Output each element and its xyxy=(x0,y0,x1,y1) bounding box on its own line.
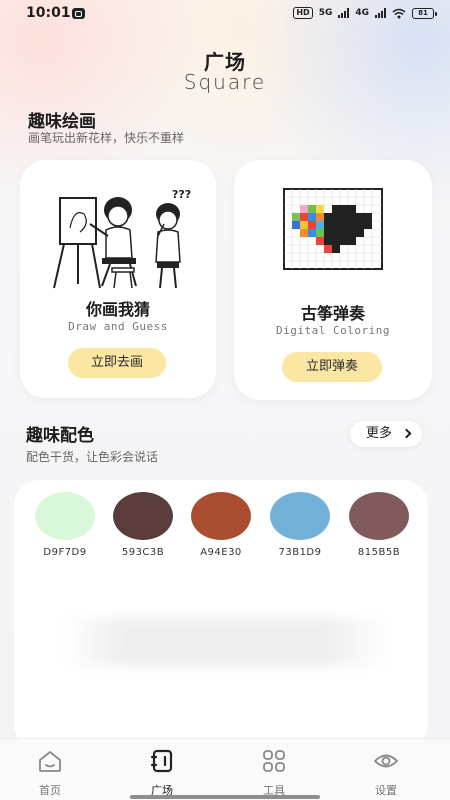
network-5g-label: 5G xyxy=(318,8,333,18)
color-swatch xyxy=(35,492,95,540)
drawing-kids-illustration-icon: ??? xyxy=(53,188,191,289)
color-swatch xyxy=(191,492,251,540)
nav-label-home: 首页 xyxy=(39,784,61,797)
bottom-navigation: 首页 广场 工具 设置 xyxy=(0,738,450,800)
swatch-code: 593C3B xyxy=(121,547,165,558)
loading-placeholder xyxy=(60,618,390,666)
guzheng-title: 古筝弹奏 xyxy=(300,304,365,323)
signal-4g-icon xyxy=(375,8,386,18)
swatch-code: D9F7D9 xyxy=(43,547,87,558)
drawing-section-description: 画笔玩出新花样，快乐不重样 xyxy=(28,131,185,145)
swatch-code: 73B1D9 xyxy=(278,547,322,558)
color-section-title: 趣味配色 xyxy=(26,426,94,446)
notification-app-icon xyxy=(72,8,85,19)
color-section-description: 配色干货，让色彩会说话 xyxy=(26,450,159,464)
nav-item-tools[interactable]: 工具 xyxy=(244,749,304,798)
signal-5g-icon xyxy=(338,8,350,18)
network-4g-label: 4G xyxy=(355,8,369,18)
nav-label-settings: 设置 xyxy=(375,784,397,797)
color-swatch xyxy=(113,492,173,540)
hd-badge: HD xyxy=(293,7,313,19)
pixel-heart-grid-icon xyxy=(283,188,383,270)
status-time: 10:01 xyxy=(26,5,71,21)
draw-and-guess-title: 你画我猜 xyxy=(85,300,150,319)
palette-card: D9F7D9 593C3B A94E30 73B1D9 815B5B xyxy=(14,480,428,750)
battery-icon: 81 xyxy=(412,7,437,19)
start-drawing-button[interactable]: 立即去画 xyxy=(68,348,166,378)
more-colors-button[interactable]: 更多 xyxy=(350,421,422,447)
question-marks: ??? xyxy=(172,188,191,201)
chevron-right-icon xyxy=(401,428,412,439)
square-icon xyxy=(150,749,173,773)
color-swatch xyxy=(349,492,409,540)
nav-item-settings[interactable]: 设置 xyxy=(356,749,416,798)
home-icon xyxy=(39,751,61,772)
swatch-item[interactable]: 815B5B xyxy=(344,492,414,558)
status-bar: 10:01 HD 5G 4G 81 xyxy=(0,0,450,28)
tools-grid-icon xyxy=(263,750,285,772)
more-label: 更多 xyxy=(366,426,393,441)
swatch-item[interactable]: 73B1D9 xyxy=(265,492,335,558)
color-swatch xyxy=(270,492,330,540)
draw-and-guess-subtitle: Draw and Guess xyxy=(68,320,168,333)
guzheng-subtitle: Digital Coloring xyxy=(276,324,390,337)
nav-item-square[interactable]: 广场 xyxy=(132,749,192,798)
status-indicators: HD 5G 4G 81 xyxy=(293,7,437,19)
guzheng-card[interactable]: 古筝弹奏 Digital Coloring 立即弹奏 xyxy=(234,160,432,400)
swatch-item[interactable]: 593C3B xyxy=(108,492,178,558)
home-indicator[interactable] xyxy=(130,795,320,799)
wifi-icon xyxy=(392,8,406,18)
swatch-code: A94E30 xyxy=(200,547,242,558)
page-subtitle: Square xyxy=(183,70,267,94)
swatch-item[interactable]: A94E30 xyxy=(186,492,256,558)
nav-item-home[interactable]: 首页 xyxy=(20,749,80,798)
eye-settings-icon xyxy=(374,754,398,768)
swatch-code: 815B5B xyxy=(357,547,401,558)
draw-and-guess-card[interactable]: ??? 你画我猜 Draw and Guess 立即去画 xyxy=(20,160,216,398)
swatch-item[interactable]: D9F7D9 xyxy=(30,492,100,558)
start-playing-button[interactable]: 立即弹奏 xyxy=(282,352,382,382)
